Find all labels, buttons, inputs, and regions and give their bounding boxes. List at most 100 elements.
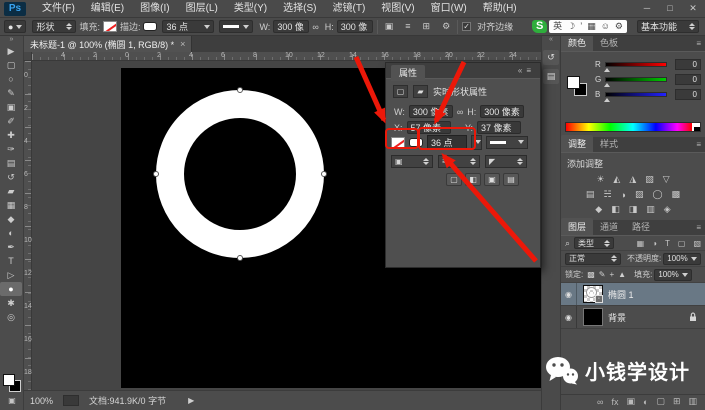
stroke-swatch[interactable] (143, 22, 157, 31)
channel-value-field[interactable]: 0 (675, 74, 701, 85)
layer-filter-select[interactable]: 类型 (574, 237, 614, 249)
stroke-cap-select[interactable]: ≡ (438, 155, 480, 168)
dodge-tool[interactable]: ◐ (0, 226, 22, 240)
crop-tool[interactable]: ▣ (0, 100, 22, 114)
layer-group-icon[interactable]: ▢ (656, 396, 665, 407)
adjustment-icon[interactable]: ◈ (664, 204, 671, 215)
new-layer-icon[interactable]: ⊞ (673, 396, 681, 407)
eye-icon[interactable]: ◉ (561, 283, 577, 305)
quick-mask-button[interactable]: ▣ (1, 396, 23, 408)
layer-thumbnail[interactable] (583, 308, 603, 326)
layer-style-icon[interactable]: fx (611, 397, 618, 407)
ime-moon-icon[interactable]: ☽ (567, 20, 575, 33)
status-menu-arrow[interactable]: ▶ (188, 396, 194, 405)
adjustment-icon[interactable]: ☀ (596, 174, 604, 185)
healing-brush-tool[interactable]: ✚ (0, 128, 22, 142)
stroke-type-select[interactable] (486, 136, 528, 149)
collapse-toolbar-icon[interactable]: » (0, 36, 23, 44)
adjustment-icon[interactable]: ◨ (629, 204, 638, 215)
link-layers-icon[interactable]: ∞ (597, 397, 603, 407)
stroke-align-select[interactable]: ▣ (391, 155, 433, 168)
tab-color[interactable]: 颜色 (561, 34, 593, 51)
channel-value-field[interactable]: 0 (675, 59, 701, 70)
menu-item-编辑[interactable]: 编辑(E) (83, 0, 132, 17)
exclude-shape-button[interactable]: ▤ (503, 173, 519, 186)
marquee-tool[interactable]: ▢ (0, 58, 22, 72)
adjustment-icon[interactable]: ▽ (663, 174, 670, 185)
maximize-button[interactable]: □ (663, 3, 677, 14)
menu-item-滤镜[interactable]: 滤镜(T) (325, 0, 374, 17)
eraser-tool[interactable]: ▰ (0, 184, 22, 198)
layer-row-background[interactable]: ◉ 背景 (561, 306, 705, 329)
channel-value-field[interactable]: 0 (675, 89, 701, 100)
close-tab-icon[interactable]: × (180, 39, 185, 49)
path-operations-icon[interactable]: ▣ (385, 21, 394, 32)
adjustment-icon[interactable]: ◮ (629, 174, 636, 185)
channel-slider[interactable] (605, 92, 667, 97)
path-arrange-icon[interactable]: ⊞ (423, 21, 431, 32)
ellipse-shape[interactable] (156, 90, 324, 258)
intersect-shape-button[interactable]: ▣ (484, 173, 500, 186)
live-shape-icon[interactable]: ▰ (413, 85, 428, 98)
ime-punct-icon[interactable]: ’ (580, 20, 582, 33)
layer-filter-icon[interactable]: ▧ (693, 239, 701, 248)
combine-shapes-button[interactable]: ▢ (446, 173, 462, 186)
foreground-color-swatch[interactable] (3, 374, 15, 386)
menu-item-图层[interactable]: 图层(L) (178, 0, 226, 17)
align-edges-checkbox[interactable]: ✓ 对齐边缘 (462, 20, 516, 33)
lock-option-icon[interactable]: ✎ (599, 270, 606, 279)
layer-row-ellipse[interactable]: ◉ ◦ 椭圆 1 (561, 283, 705, 306)
lock-option-icon[interactable]: ▲ (618, 270, 626, 279)
blend-mode-select[interactable]: 正常 (565, 253, 621, 265)
hand-tool[interactable]: ✱ (0, 296, 22, 310)
shape-w-field[interactable]: 300 像素 (409, 105, 453, 118)
tab-layers[interactable]: 图层 (561, 218, 593, 235)
slider-thumb[interactable] (604, 98, 610, 102)
stroke-width-input[interactable]: 36 点 (162, 20, 214, 33)
color-swatches[interactable] (3, 374, 21, 392)
ime-keyboard-icon[interactable]: ▦ (587, 20, 596, 33)
adjustment-icon[interactable]: ▨ (635, 189, 644, 200)
layer-filter-icon[interactable]: ▦ (637, 239, 645, 248)
subtract-shape-button[interactable]: ◧ (465, 173, 481, 186)
gear-icon[interactable]: ⚙ (442, 21, 450, 32)
adjustment-icon[interactable]: ◑ (621, 190, 626, 200)
panel-menu-icon[interactable]: ≡ (696, 223, 701, 232)
eye-icon[interactable]: ◉ (561, 306, 577, 328)
adjustment-icon[interactable]: ☵ (603, 189, 611, 200)
history-brush-tool[interactable]: ↺ (0, 170, 22, 184)
color-spectrum-bar[interactable] (565, 122, 701, 132)
anchor-right[interactable] (321, 171, 327, 177)
fill-swatch[interactable] (103, 21, 117, 32)
fill-field[interactable]: 100% (654, 269, 691, 281)
layer-filter-icon[interactable]: T (665, 239, 670, 248)
sogou-logo[interactable]: S (532, 20, 547, 33)
channel-slider[interactable] (605, 77, 667, 82)
ime-wrench-icon[interactable]: ⚙ (615, 20, 623, 33)
stroke-width-field[interactable]: 36 点 (427, 135, 467, 150)
tab-styles[interactable]: 样式 (593, 135, 625, 152)
pen-tool[interactable]: ✒ (0, 240, 22, 254)
lock-option-icon[interactable]: + (610, 270, 615, 279)
eyedropper-tool[interactable]: ✐ (0, 114, 22, 128)
link-icon[interactable]: ∞ (457, 107, 463, 117)
info-panel-icon[interactable]: ▤ (543, 69, 559, 84)
menu-item-窗口[interactable]: 窗口(W) (423, 0, 475, 17)
shape-width-input[interactable]: 300 像 (273, 20, 309, 33)
tool-preset-picker[interactable]: ● (4, 20, 26, 33)
lasso-tool[interactable]: ○ (0, 72, 22, 86)
panel-collapse-menu-icons[interactable]: «≡ (518, 66, 535, 75)
type-tool[interactable]: T (0, 254, 22, 268)
tab-channels[interactable]: 通道 (593, 218, 625, 235)
fill-swatch[interactable] (391, 137, 405, 148)
gradient-tool[interactable]: ▦ (0, 198, 22, 212)
workspace-switcher[interactable]: 基本功能 (637, 20, 699, 33)
minimize-button[interactable]: ─ (640, 3, 654, 14)
adjustment-icon[interactable]: ▩ (672, 189, 681, 200)
ime-user-icon[interactable]: ☺ (601, 20, 610, 33)
adjustment-icon[interactable]: ◧ (611, 204, 620, 215)
blur-tool[interactable]: ◆ (0, 212, 22, 226)
shape-h-field[interactable]: 300 像素 (480, 105, 524, 118)
panel-menu-icon[interactable]: ≡ (696, 39, 701, 48)
adjustment-icon[interactable]: ▥ (646, 204, 655, 215)
